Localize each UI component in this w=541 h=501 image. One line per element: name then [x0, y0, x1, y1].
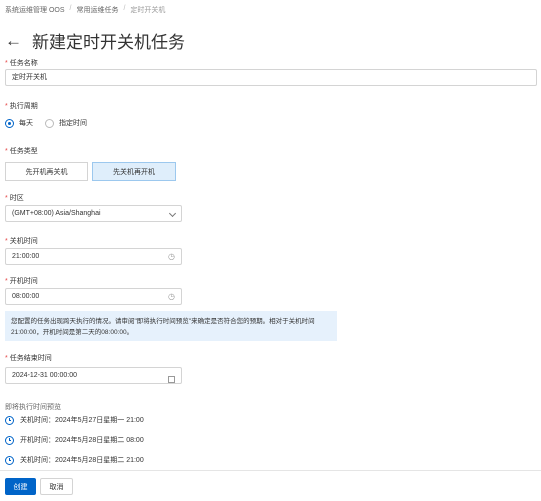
required-marker: *	[5, 103, 8, 110]
preview-item-text: 开机时间：2024年5月28日星期二 08:00	[20, 437, 144, 444]
breadcrumb-item-oos[interactable]: 系统运维管理 OOS	[5, 5, 65, 15]
cycle-label: * 执行周期	[5, 103, 38, 110]
required-marker: *	[5, 148, 8, 155]
calendar-icon	[168, 372, 175, 387]
task-name-label: * 任务名称	[5, 60, 38, 67]
required-marker: *	[5, 195, 8, 202]
clock-icon	[5, 435, 14, 445]
clock-icon	[5, 415, 14, 425]
shutdown-time-input[interactable]: 21:00:00 ◷	[5, 248, 182, 265]
radio-specified-time-label: 指定时间	[59, 120, 87, 127]
footer-bar	[0, 470, 541, 501]
radio-specified-time[interactable]: 指定时间	[45, 118, 87, 128]
breadcrumb: 系统运维管理 OOS / 常用运维任务 / 定时开关机	[5, 5, 165, 15]
preview-item: 关机时间：2024年5月28日星期二 21:00	[5, 455, 144, 465]
breadcrumb-separator: /	[123, 5, 126, 12]
boot-time-value: 08:00:00	[12, 293, 40, 300]
radio-indicator	[5, 118, 14, 128]
boot-time-label: * 开机时间	[5, 278, 38, 285]
create-button[interactable]: 创建	[5, 478, 36, 495]
chevron-down-icon	[168, 209, 177, 218]
required-marker: *	[5, 355, 8, 362]
breadcrumb-item-current: 定时开关机	[130, 7, 166, 14]
boot-time-input[interactable]: 08:00:00 ◷	[5, 288, 182, 305]
task-type-boot-first-button[interactable]: 先开机再关机	[5, 162, 88, 181]
required-marker: *	[5, 60, 8, 67]
preview-item-text: 关机时间：2024年5月28日星期二 21:00	[20, 457, 144, 464]
cycle-radio-group: 每天 指定时间	[5, 118, 87, 128]
breadcrumb-separator: /	[69, 5, 72, 12]
radio-indicator	[45, 118, 54, 128]
page-title: 新建定时开关机任务	[32, 33, 185, 52]
task-name-input[interactable]: 定时开关机	[5, 69, 537, 86]
shutdown-time-value: 21:00:00	[12, 253, 40, 260]
end-time-input[interactable]: 2024-12-31 00:00:00	[5, 367, 182, 384]
arrow-left-icon[interactable]: ←	[5, 32, 22, 49]
end-time-label: * 任务结束时间	[5, 355, 52, 362]
clock-icon	[5, 455, 14, 465]
required-marker: *	[5, 278, 8, 285]
radio-daily[interactable]: 每天	[5, 118, 33, 128]
breadcrumb-item-common-tasks[interactable]: 常用运维任务	[76, 5, 118, 15]
timezone-select[interactable]: (GMT+08:00) Asia/Shanghai	[5, 205, 182, 222]
task-name-value: 定时开关机	[12, 74, 47, 81]
cancel-button[interactable]: 取消	[40, 478, 73, 495]
clock-icon: ◷	[168, 252, 175, 261]
preview-item: 关机时间：2024年5月27日星期一 21:00	[5, 415, 144, 425]
task-type-label: * 任务类型	[5, 148, 38, 155]
required-marker: *	[5, 238, 8, 245]
clock-icon: ◷	[168, 292, 175, 301]
cross-day-notice: 您配置的任务出现跨天执行的情况。请审阅"即将执行时间预览"来确定是否符合您的预期…	[5, 311, 337, 341]
preview-item: 开机时间：2024年5月28日星期二 08:00	[5, 435, 144, 445]
radio-daily-label: 每天	[19, 120, 33, 127]
preview-item-text: 关机时间：2024年5月27日星期一 21:00	[20, 417, 144, 424]
shutdown-time-label: * 关机时间	[5, 238, 38, 245]
preview-title: 即将执行时间预览	[5, 404, 61, 411]
title-row: ← 新建定时开关机任务	[5, 28, 185, 53]
timezone-label: * 时区	[5, 195, 24, 202]
timezone-value: (GMT+08:00) Asia/Shanghai	[12, 210, 101, 217]
end-time-value: 2024-12-31 00:00:00	[12, 372, 77, 379]
task-type-shutdown-first-button[interactable]: 先关机再开机	[92, 162, 176, 181]
